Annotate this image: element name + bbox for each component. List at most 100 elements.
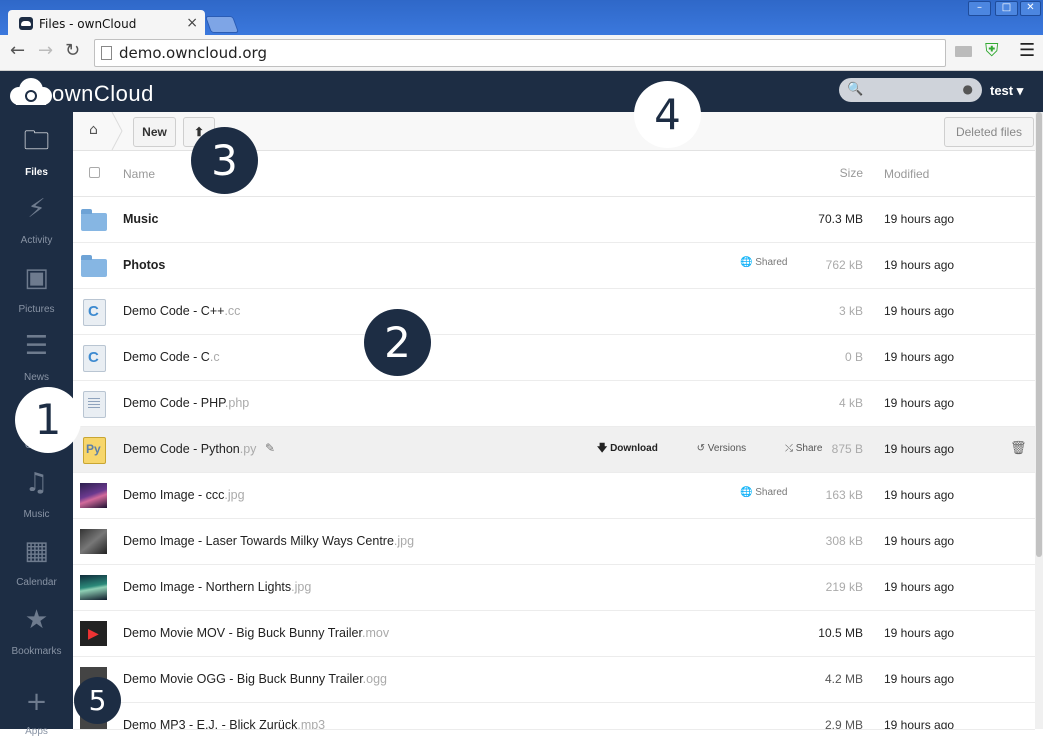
file-modified: 19 hours ago <box>884 212 955 226</box>
app-label: Bookmarks <box>11 646 62 657</box>
globe-icon: 🌐 <box>740 257 753 268</box>
delete-trash-icon[interactable]: 🗑 <box>1010 440 1027 456</box>
callout-badge-5: 5 <box>74 677 121 724</box>
app-pictures[interactable]: ▣ Pictures <box>0 257 73 325</box>
image-thumbnail <box>80 529 107 554</box>
home-icon[interactable]: ⌂ <box>89 122 98 138</box>
file-modified: 19 hours ago <box>884 304 955 318</box>
table-row[interactable]: Music 70.3 MB 19 hours ago <box>73 197 1035 243</box>
file-name: Photos <box>123 258 166 272</box>
table-row[interactable]: Demo Code - C.c 0 B 19 hours ago <box>73 335 1035 381</box>
shared-indicator[interactable]: 🌐 Shared <box>740 257 787 268</box>
tab-title: Files - ownCloud <box>39 17 137 31</box>
code-file-icon <box>80 299 107 326</box>
app-bookmarks[interactable]: ★ Bookmarks <box>0 599 73 667</box>
music-note-icon: ♫ <box>24 468 49 498</box>
file-modified: 19 hours ago <box>884 718 955 730</box>
file-modified: 19 hours ago <box>884 534 955 548</box>
table-row[interactable]: Demo Code - Python.py ✎ 🡇 Download ↺ Ver… <box>73 427 1035 473</box>
callout-badge-3: 3 <box>191 127 258 194</box>
movie-file-icon <box>80 621 107 646</box>
forward-arrow-icon[interactable]: → <box>38 42 53 60</box>
callout-badge-4: 4 <box>634 81 701 148</box>
text-file-icon <box>80 391 107 418</box>
file-size: 0 B <box>844 350 863 364</box>
column-size[interactable]: Size <box>840 166 863 180</box>
table-row[interactable]: Demo MP3 - E.J. - Blick Zurück.mp3 2.9 M… <box>73 703 1035 730</box>
user-menu[interactable]: test ▾ <box>990 83 1023 99</box>
lightning-icon: ⚡ <box>27 194 46 224</box>
callout-badge-1: 1 <box>15 387 81 453</box>
search-input[interactable]: 🔍 ● <box>839 78 982 102</box>
app-calendar[interactable]: ▦ Calendar <box>0 530 73 598</box>
scrollbar[interactable] <box>1035 112 1043 729</box>
file-name: Demo MP3 - E.J. - Blick Zurück.mp3 <box>123 718 326 730</box>
shield-extension-icon[interactable]: ⛨ <box>985 42 999 60</box>
deleted-files-button[interactable]: Deleted files <box>944 117 1034 147</box>
plus-icon: + <box>25 687 48 717</box>
shared-indicator[interactable]: 🌐 Shared <box>740 487 787 498</box>
folder-icon <box>80 253 107 278</box>
app-label: Pictures <box>18 304 55 315</box>
file-size: 3 kB <box>838 304 863 318</box>
browser-menu-icon[interactable]: ☰ <box>1019 42 1035 60</box>
file-modified: 19 hours ago <box>884 258 955 272</box>
address-bar[interactable]: demo.owncloud.org <box>94 39 946 67</box>
lines-icon: ☰ <box>24 331 49 361</box>
table-row[interactable]: Demo Image - Laser Towards Milky Ways Ce… <box>73 519 1035 565</box>
app-activity[interactable]: ⚡ Activity <box>0 188 73 256</box>
search-icon: 🔍 <box>847 82 864 97</box>
window-minimize-button[interactable]: – <box>968 1 991 16</box>
back-arrow-icon[interactable]: ← <box>10 42 25 60</box>
file-modified: 19 hours ago <box>884 350 955 364</box>
app-label: Activity <box>20 235 53 246</box>
app-files[interactable]: 🗀 Files <box>0 120 73 188</box>
app-label: Calendar <box>16 577 57 588</box>
table-row[interactable]: Demo Movie MOV - Big Buck Bunny Trailer.… <box>73 611 1035 657</box>
file-size: 70.3 MB <box>818 212 863 226</box>
table-row[interactable]: Demo Image - ccc.jpg 🌐 Shared 163 kB 19 … <box>73 473 1035 519</box>
file-actions: 🡇 Download ↺ Versions ⤯ Share <box>597 441 858 458</box>
file-name: Demo Code - C++.cc <box>123 304 241 318</box>
download-action[interactable]: 🡇 Download <box>597 443 676 454</box>
app-music[interactable]: ♫ Music <box>0 462 73 530</box>
reload-icon[interactable]: ↻ <box>65 42 80 60</box>
browser-tab[interactable]: Files - ownCloud × <box>8 10 205 36</box>
star-icon: ★ <box>24 605 49 635</box>
versions-action[interactable]: ↺ Versions <box>697 443 765 454</box>
image-thumbnail <box>80 483 107 508</box>
microphone-icon[interactable]: ● <box>963 82 973 96</box>
table-row[interactable]: Demo Code - PHP.php 4 kB 19 hours ago <box>73 381 1035 427</box>
file-size: 308 kB <box>825 534 863 548</box>
app-label: News <box>23 372 49 383</box>
app-news[interactable]: ☰ News <box>0 325 73 393</box>
scrollbar-thumb[interactable] <box>1036 112 1042 557</box>
new-button[interactable]: New <box>133 117 176 147</box>
cloud-logo-icon <box>10 78 52 105</box>
breadcrumb-separator <box>111 112 123 150</box>
file-modified: 19 hours ago <box>884 626 955 640</box>
column-modified[interactable]: Modified <box>884 167 929 181</box>
table-row[interactable]: Demo Code - C++.cc 3 kB 19 hours ago <box>73 289 1035 335</box>
rename-pencil-icon[interactable]: ✎ <box>265 441 275 455</box>
callout-badge-2: 2 <box>364 309 431 376</box>
table-row[interactable]: Demo Image - Northern Lights.jpg 219 kB … <box>73 565 1035 611</box>
browser-toolbar: ← → ↻ demo.owncloud.org ⛨ ☰ <box>0 35 1043 71</box>
new-tab-button[interactable] <box>204 16 240 33</box>
window-close-button[interactable]: ✕ <box>1020 1 1041 16</box>
file-size: 219 kB <box>825 580 863 594</box>
table-row[interactable]: Photos 🌐 Shared 762 kB 19 hours ago <box>73 243 1035 289</box>
file-size: 163 kB <box>825 488 863 502</box>
file-modified: 19 hours ago <box>884 672 955 686</box>
table-row[interactable]: Demo Movie OGG - Big Buck Bunny Trailer.… <box>73 657 1035 703</box>
column-name[interactable]: Name <box>123 167 155 181</box>
browser-tabstrip: Files - ownCloud × – □ ✕ <box>0 0 1043 36</box>
owncloud-logo[interactable]: ownCloud <box>8 77 153 107</box>
select-all-checkbox[interactable] <box>89 167 100 178</box>
window-maximize-button[interactable]: □ <box>995 1 1018 16</box>
app-apps[interactable]: + Apps <box>0 667 73 737</box>
image-thumbnail <box>80 575 107 600</box>
tab-close-icon[interactable]: × <box>186 15 198 31</box>
mail-extension-icon[interactable] <box>955 46 972 57</box>
file-size: 4.2 MB <box>824 672 863 686</box>
